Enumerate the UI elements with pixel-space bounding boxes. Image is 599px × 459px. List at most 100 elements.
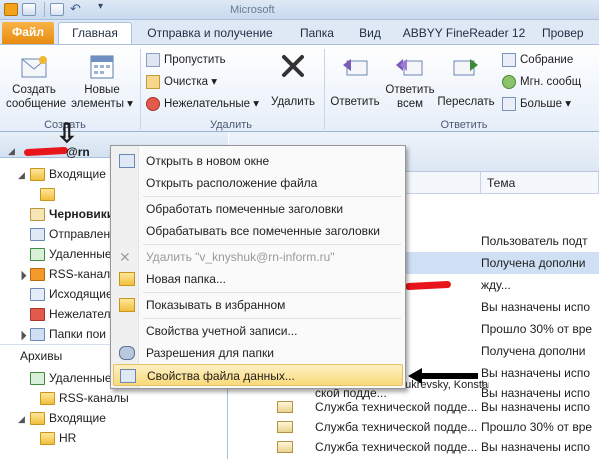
archive-deleted[interactable]: Удаленные bbox=[30, 368, 112, 388]
ignore-button[interactable]: Пропустить bbox=[146, 51, 226, 69]
mail-subject: Пользователь подт bbox=[481, 234, 588, 248]
meeting-button[interactable]: Собрание bbox=[502, 51, 573, 69]
tab-review[interactable]: Провер bbox=[542, 24, 599, 44]
folder-context-menu: Открыть в новом окне Открыть расположени… bbox=[110, 145, 406, 389]
cleanup-button[interactable]: Очистка ▾ bbox=[146, 73, 217, 91]
mail-subject: Получена дополни bbox=[481, 256, 586, 270]
mail-subject: Получена дополни bbox=[481, 344, 586, 358]
properties-icon bbox=[120, 369, 136, 383]
archive-hr-label: HR bbox=[59, 431, 77, 445]
archive-inbox-label: Входящие bbox=[49, 411, 106, 425]
meeting-icon bbox=[502, 52, 516, 67]
menu-label: Новая папка... bbox=[146, 272, 226, 286]
annotation-left-arrow bbox=[408, 368, 478, 384]
new-items-button[interactable]: Новые элементы ▾ bbox=[70, 51, 134, 111]
tab-folder[interactable]: Папка bbox=[292, 24, 342, 44]
menu-label: Удалить "v_knyshuk@rn-inform.ru" bbox=[146, 250, 335, 264]
new-items-label-2: элементы ▾ bbox=[71, 98, 133, 110]
archive-rss[interactable]: RSS-каналы bbox=[40, 388, 129, 408]
inbox-label: Входящие bbox=[49, 167, 106, 181]
tab-view[interactable]: Вид bbox=[352, 24, 388, 44]
drafts-label: Черновики bbox=[49, 207, 115, 221]
menu-label: Разрешения для папки bbox=[146, 346, 274, 360]
menu-folder-permissions[interactable]: Разрешения для папки bbox=[113, 342, 403, 364]
mail-subject: жду... bbox=[481, 278, 511, 292]
folder-rss[interactable]: RSS-каналь bbox=[30, 264, 116, 284]
reply-label: Ответить bbox=[330, 96, 380, 108]
title-bar: ↶ ▾ Microsoft bbox=[0, 0, 599, 20]
expand-search-icon[interactable]: ◢ bbox=[15, 329, 28, 342]
meeting-label: Собрание bbox=[520, 54, 574, 66]
column-header-subject[interactable]: Тема bbox=[481, 172, 599, 194]
archive-hr[interactable]: HR bbox=[40, 428, 76, 448]
tab-abbyy[interactable]: ABBYY FineReader 12 bbox=[398, 24, 530, 44]
forward-icon bbox=[450, 51, 482, 81]
undo-icon[interactable]: ↶ bbox=[70, 1, 81, 17]
mail-row[interactable]: Служба технической подде... Вы назначены … bbox=[229, 396, 599, 418]
im-button[interactable]: Мгн. сообщ bbox=[502, 73, 581, 91]
menu-show-in-favorites[interactable]: Показывать в избранном bbox=[113, 294, 403, 316]
menu-open-new-window[interactable]: Открыть в новом окне bbox=[113, 150, 403, 172]
favorites-icon bbox=[119, 298, 135, 312]
folder-search[interactable]: Папки пои bbox=[30, 324, 106, 344]
window-title: Microsoft bbox=[230, 4, 275, 16]
expand-rss-icon[interactable]: ◢ bbox=[15, 269, 28, 282]
menu-separator bbox=[143, 292, 401, 293]
folder-outbox[interactable]: Исходящие bbox=[30, 284, 113, 304]
folder-junk[interactable]: Нежелатель bbox=[30, 304, 117, 324]
menu-label: Свойства учетной записи... bbox=[146, 324, 298, 338]
archive-deleted-label: Удаленные bbox=[49, 371, 112, 385]
new-email-button[interactable]: Создать сообщение bbox=[6, 51, 66, 111]
group-label-delete: Удалить bbox=[210, 119, 252, 131]
mail-subject: Вы назначены испо bbox=[481, 300, 591, 314]
menu-separator bbox=[143, 318, 401, 319]
menu-label: Свойства файла данных... bbox=[147, 369, 295, 383]
tab-send-receive[interactable]: Отправка и получение bbox=[140, 24, 280, 44]
im-label: Мгн. сообщ bbox=[520, 76, 582, 88]
mail-from: Служба технической подде... bbox=[315, 440, 478, 454]
folder-inbox-sub[interactable] bbox=[40, 184, 59, 204]
sent-label: Отправлен bbox=[49, 227, 111, 241]
reply-all-button[interactable]: Ответить всем bbox=[382, 51, 438, 111]
folder-icon bbox=[40, 392, 55, 406]
archive-inbox[interactable]: Входящие bbox=[30, 408, 106, 428]
delete-button[interactable]: Удалить bbox=[266, 51, 320, 109]
reply-all-icon bbox=[394, 51, 426, 81]
archives-header[interactable]: Архивы bbox=[20, 346, 62, 366]
envelope-icon bbox=[277, 441, 293, 453]
menu-process-all-marked-headers[interactable]: Обрабатывать все помеченные заголовки bbox=[113, 220, 403, 242]
expand-archive-inbox-icon[interactable]: ◢ bbox=[18, 414, 25, 425]
tab-home[interactable]: Главная bbox=[58, 22, 132, 46]
mail-row[interactable]: Служба технической подде... Вы назначены … bbox=[229, 436, 599, 458]
collapse-triangle-icon[interactable]: ◢ bbox=[8, 146, 15, 157]
forward-button[interactable]: Переслать bbox=[436, 51, 496, 109]
more-button[interactable]: Больше ▾ bbox=[502, 95, 571, 113]
annotation-down-arrow: ⇩ bbox=[56, 118, 78, 148]
menu-open-file-location[interactable]: Открыть расположение файла bbox=[113, 172, 403, 194]
envelope-icon bbox=[277, 401, 293, 413]
outbox-icon bbox=[30, 288, 45, 302]
ribbon: Создать сообщение Новые элементы ▾ Пропу… bbox=[0, 44, 599, 132]
menu-process-marked-headers[interactable]: Обработать помеченные заголовки bbox=[113, 198, 403, 220]
folder-sent[interactable]: Отправлен bbox=[30, 224, 110, 244]
folder-deleted[interactable]: Удаленные bbox=[30, 244, 112, 264]
mail-row[interactable]: Служба технической подде... Прошло 30% от… bbox=[229, 416, 599, 438]
menu-new-folder[interactable]: Новая папка... bbox=[113, 268, 403, 290]
reply-button[interactable]: Ответить bbox=[326, 51, 384, 109]
inbox-folder-icon bbox=[30, 168, 45, 182]
cleanup-label: Очистка ▾ bbox=[164, 76, 218, 88]
menu-account-properties[interactable]: Свойства учетной записи... bbox=[113, 320, 403, 342]
folder-inbox[interactable]: Входящие bbox=[30, 164, 106, 184]
mail-subject: Вы назначены испо bbox=[481, 440, 591, 454]
outlook-app-icon[interactable] bbox=[4, 3, 18, 16]
send-receive-icon[interactable] bbox=[50, 3, 64, 16]
folder-drafts[interactable]: Черновики bbox=[30, 204, 114, 224]
customize-quick-access-icon[interactable]: ▾ bbox=[98, 1, 103, 12]
search-folders-label: Папки пои bbox=[49, 327, 106, 341]
menu-data-file-properties[interactable]: Свойства файла данных... bbox=[113, 364, 403, 386]
ribbon-tabs: Файл Главная Отправка и получение Папка … bbox=[0, 20, 599, 46]
junk-button[interactable]: Нежелательные ▾ bbox=[146, 95, 259, 113]
expand-inbox-icon[interactable]: ◢ bbox=[18, 170, 25, 181]
save-icon[interactable] bbox=[22, 3, 36, 16]
tab-file[interactable]: Файл bbox=[2, 22, 54, 44]
